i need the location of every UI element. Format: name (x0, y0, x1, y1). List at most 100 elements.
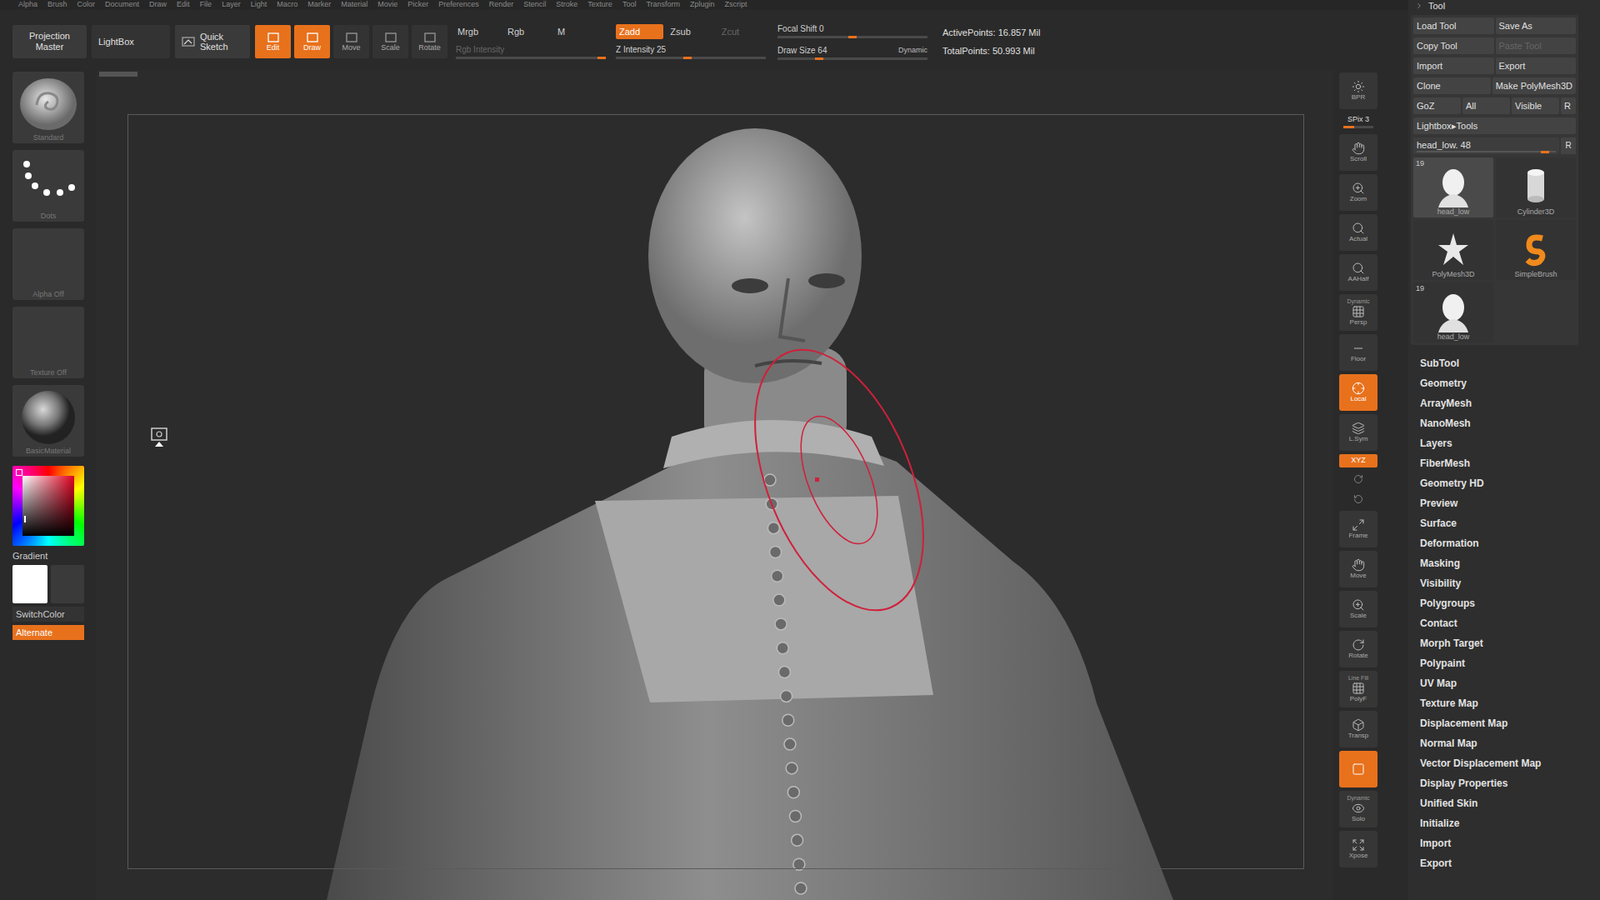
brush-tile[interactable]: Standard (12, 71, 85, 144)
tool-menu-item[interactable]: FiberMesh (1420, 453, 1600, 474)
menu-item[interactable]: Color (77, 0, 96, 10)
rgb-intensity-slider[interactable]: Rgb Intensity (455, 44, 606, 60)
rotation-axis-button[interactable] (1339, 470, 1378, 488)
menu-item[interactable]: Transform (645, 0, 680, 10)
menu-item[interactable]: Stencil (523, 0, 546, 10)
shelf-button[interactable]: Transp (1339, 710, 1378, 748)
menu-item[interactable]: Document (105, 0, 140, 10)
switch-color-button[interactable]: SwitchColor (12, 606, 85, 622)
document-canvas[interactable] (96, 70, 1334, 900)
menu-item[interactable]: Zplugin (690, 0, 715, 10)
rotation-axis-button[interactable] (1339, 490, 1378, 508)
menu-item[interactable]: Brush (47, 0, 68, 10)
tool-menu-item[interactable]: Deformation (1420, 533, 1600, 554)
shelf-button[interactable]: Scale (1339, 590, 1378, 628)
tool-thumbnail[interactable]: 19head_low (1413, 282, 1494, 343)
tool-menu-item[interactable]: Texture Map (1420, 693, 1600, 714)
z-intensity-slider[interactable]: Z Intensity 25 (615, 44, 766, 60)
texture-tile[interactable]: Texture Off (12, 306, 85, 379)
menu-item[interactable]: Zscript (725, 0, 748, 10)
menu-item[interactable]: Alpha (18, 0, 38, 10)
camera-icon[interactable] (150, 426, 169, 449)
menu-item[interactable]: Render (489, 0, 515, 10)
tool-menu-item[interactable]: Polypaint (1420, 653, 1600, 674)
tool-button[interactable]: Import (1413, 57, 1495, 75)
tool-menu-item[interactable]: SubTool (1420, 353, 1600, 374)
tool-menu-item[interactable]: Preview (1420, 493, 1600, 514)
tool-menu-item[interactable]: Morph Target (1420, 633, 1600, 654)
tool-menu-item[interactable]: Surface (1420, 513, 1600, 534)
tool-button[interactable]: Make PolyMesh3D (1492, 77, 1576, 95)
tool-menu-item[interactable]: Polygroups (1420, 593, 1600, 614)
mode-button[interactable]: Edit (255, 25, 291, 59)
tool-thumbnail[interactable]: PolyMesh3D (1413, 220, 1494, 280)
lightbox-tools-button[interactable]: Lightbox▸Tools (1413, 117, 1576, 135)
tool-button[interactable]: GoZ (1413, 97, 1461, 115)
mode-button[interactable]: Move (333, 25, 370, 59)
shelf-button[interactable]: Local (1339, 374, 1378, 411)
tool-button[interactable]: Load Tool (1413, 17, 1495, 35)
tool-button[interactable]: Clone (1413, 77, 1491, 95)
tool-button[interactable]: All (1462, 97, 1510, 115)
color-picker[interactable] (12, 465, 85, 546)
menu-item[interactable]: Layer (221, 0, 241, 10)
tool-button[interactable]: Save As (1495, 17, 1577, 35)
tool-menu-item[interactable]: Normal Map (1420, 733, 1600, 754)
shelf-button[interactable] (1339, 750, 1378, 788)
color-mode-button[interactable]: Rgb (505, 24, 556, 40)
menu-item[interactable]: File (200, 0, 213, 10)
z-mode-button[interactable]: Zcut (718, 24, 766, 40)
tool-menu-item[interactable]: Import (1420, 833, 1600, 854)
draw-size-slider[interactable]: Draw Size 64Dynamic (777, 45, 928, 60)
tool-thumbnail[interactable]: Cylinder3D (1495, 157, 1576, 218)
alternate-button[interactable]: Alternate (12, 625, 85, 640)
shelf-button[interactable]: DynamicPersp (1339, 294, 1378, 331)
menu-item[interactable]: Picker (407, 0, 429, 10)
stroke-tile[interactable]: Dots (12, 150, 85, 222)
menu-item[interactable]: Texture (587, 0, 613, 10)
tool-thumbnail[interactable]: 19head_low (1413, 157, 1494, 218)
tool-button[interactable]: Export (1495, 57, 1577, 75)
tool-menu-item[interactable]: Masking (1420, 553, 1600, 574)
canvas-scrollbar[interactable] (99, 71, 138, 77)
menu-item[interactable]: Light (250, 0, 268, 10)
shelf-button[interactable]: Zoom (1339, 174, 1378, 211)
shelf-button[interactable]: L.Sym (1339, 414, 1378, 451)
material-tile[interactable]: BasicMaterial (12, 385, 85, 457)
shelf-button[interactable]: Frame (1339, 510, 1378, 548)
shelf-button[interactable]: Scroll (1339, 134, 1378, 171)
tool-button[interactable]: Paste Tool (1495, 37, 1577, 55)
z-mode-button[interactable]: Zadd (615, 24, 664, 40)
tool-menu-item[interactable]: Geometry (1420, 373, 1600, 394)
secondary-color-swatch[interactable] (50, 565, 85, 604)
z-mode-button[interactable]: Zsub (666, 24, 715, 40)
tool-menu-item[interactable]: Export (1420, 853, 1600, 874)
tool-menu-item[interactable]: Contact (1420, 613, 1600, 634)
main-color-swatch[interactable] (12, 565, 48, 604)
shelf-button[interactable]: Rotate (1339, 630, 1378, 668)
tool-menu-item[interactable]: Display Properties (1420, 773, 1600, 794)
menu-item[interactable]: Preferences (438, 0, 480, 10)
shelf-button[interactable]: Actual (1339, 214, 1378, 251)
menu-item[interactable]: Movie (377, 0, 398, 10)
tool-menu-item[interactable]: Geometry HD (1420, 473, 1600, 494)
mode-button[interactable]: Draw (294, 25, 330, 59)
tool-menu-item[interactable]: Visibility (1420, 573, 1600, 594)
collapse-icon[interactable] (1415, 1, 1424, 10)
tool-thumbnail[interactable]: SimpleBrush (1495, 220, 1576, 280)
quick-sketch-button[interactable]: QuickSketch (175, 25, 250, 59)
menu-item[interactable]: Material (340, 0, 368, 10)
tool-menu-item[interactable]: Initialize (1420, 813, 1600, 834)
tool-menu-item[interactable]: NanoMesh (1420, 413, 1600, 434)
tool-menu-item[interactable]: Layers (1420, 433, 1600, 454)
menu-item[interactable]: Tool (622, 0, 637, 10)
tool-menu-item[interactable]: Unified Skin (1420, 793, 1600, 814)
mode-button[interactable]: Rotate (411, 25, 448, 59)
menu-item[interactable]: Macro (276, 0, 298, 10)
shelf-button[interactable]: AAHalf (1339, 254, 1378, 291)
tool-button[interactable]: Copy Tool (1413, 37, 1495, 55)
shelf-button[interactable]: Line FillPolyF (1339, 670, 1378, 708)
lightbox-button[interactable]: LightBox (91, 25, 170, 59)
mode-button[interactable]: Scale (372, 25, 409, 59)
alpha-tile[interactable]: Alpha Off (12, 228, 85, 300)
